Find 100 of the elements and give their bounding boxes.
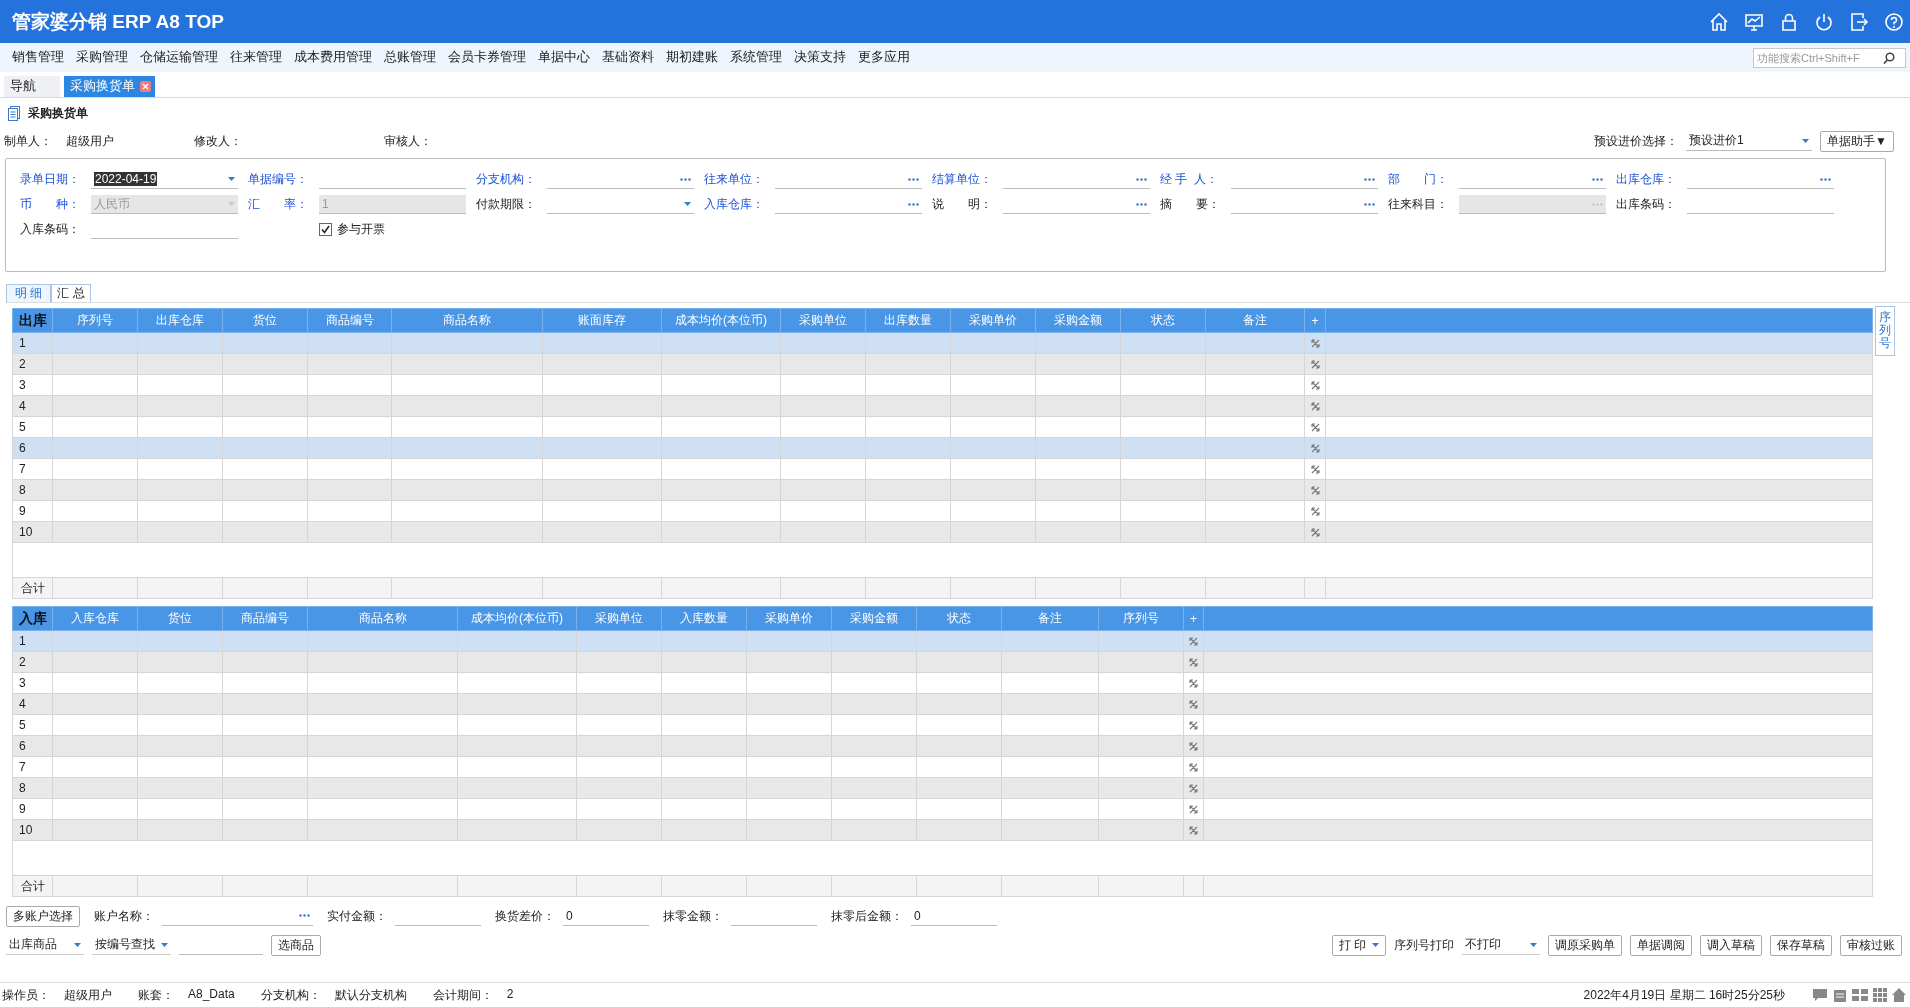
table-row[interactable]: 9 <box>12 798 1873 820</box>
menu-item[interactable]: 销售管理 <box>6 49 70 66</box>
action-button[interactable]: 单据调阅 <box>1630 934 1692 956</box>
action-button[interactable]: 保存草稿 <box>1770 934 1832 956</box>
tab[interactable]: 导航 <box>4 76 60 97</box>
print-button[interactable]: 打 印 <box>1331 934 1386 956</box>
cross-arrows-icon <box>1310 338 1320 348</box>
tab[interactable]: 明 细 <box>6 284 52 302</box>
table-row[interactable]: 7 <box>12 756 1873 778</box>
checkbox[interactable]: 参与开票 <box>319 221 385 238</box>
table-row[interactable]: 3 <box>12 374 1873 396</box>
table-row[interactable]: 4 <box>12 693 1873 715</box>
menu-item[interactable]: 期初建账 <box>660 49 724 66</box>
account-button[interactable]: 多账户选择 <box>6 905 80 927</box>
table-row[interactable]: 8 <box>12 479 1873 501</box>
menu-item[interactable]: 基础资料 <box>596 49 660 66</box>
table-row[interactable]: 6 <box>12 437 1873 459</box>
menu-item[interactable]: 会员卡券管理 <box>442 49 532 66</box>
menu-item[interactable]: 仓储运输管理 <box>134 49 224 66</box>
status-label: 分支机构： <box>260 986 321 1004</box>
table-row[interactable]: 5 <box>12 416 1873 438</box>
clipboard-icon[interactable] <box>1833 988 1847 1002</box>
input-field[interactable]: 0 <box>911 906 997 926</box>
field-label: 往来科目： <box>1388 196 1449 213</box>
dropdown[interactable]: 不打印 <box>1462 935 1540 955</box>
field-label: 抹零后金额： <box>831 907 903 925</box>
lock-icon[interactable] <box>1779 11 1799 32</box>
action-button[interactable]: 调原采购单 <box>1548 934 1622 956</box>
field-label: 修改人： <box>194 132 242 150</box>
table-row[interactable]: 7 <box>12 458 1873 480</box>
field-label: 付款期限： <box>476 196 537 213</box>
dropdown[interactable]: 按编号查找 <box>92 935 171 955</box>
ellipsis-icon <box>299 914 310 917</box>
cross-arrows-icon <box>1310 464 1320 474</box>
menu-item[interactable]: 系统管理 <box>724 49 788 66</box>
power-icon[interactable] <box>1814 11 1834 32</box>
help-icon[interactable] <box>1884 11 1904 32</box>
cross-arrows-icon <box>1310 422 1320 432</box>
action-button[interactable]: 选商品 <box>271 934 321 956</box>
home-icon[interactable] <box>1709 11 1729 32</box>
menu-item[interactable]: 采购管理 <box>70 49 134 66</box>
menu-item[interactable]: 往来管理 <box>224 49 288 66</box>
table-row[interactable]: 1 <box>12 630 1873 652</box>
side-tab[interactable]: 序列号 <box>1875 306 1895 356</box>
table-row[interactable]: 9 <box>12 500 1873 522</box>
cross-arrows-icon <box>1189 783 1198 793</box>
table-row[interactable]: 8 <box>12 777 1873 799</box>
cross-arrows-icon <box>1310 401 1320 411</box>
caret-icon <box>1372 943 1379 947</box>
table-row[interactable]: 1 <box>12 332 1873 354</box>
grid-icon[interactable] <box>1852 988 1868 1002</box>
cross-arrows-icon <box>1310 485 1320 495</box>
row-number: 2 <box>12 353 53 375</box>
exit-icon[interactable] <box>1849 11 1869 32</box>
menu-item[interactable]: 总账管理 <box>378 49 442 66</box>
cross-arrows-icon <box>1189 636 1198 646</box>
field-label: 经 手 人： <box>1160 171 1219 188</box>
cross-arrows-icon <box>1189 804 1198 814</box>
table-row[interactable]: 6 <box>12 735 1873 757</box>
row-number: 10 <box>12 521 53 543</box>
table-row[interactable]: 2 <box>12 353 1873 375</box>
table-row[interactable]: 3 <box>12 672 1873 694</box>
status-datetime: 2022年4月19日 星期二 16时25分25秒 <box>1583 986 1785 1004</box>
row-number: 4 <box>12 395 53 417</box>
menu-item[interactable]: 决策支持 <box>788 49 852 66</box>
field-label: 说 明： <box>932 196 993 213</box>
cross-arrows-icon <box>1310 506 1320 516</box>
search-field[interactable]: 功能搜索Ctrl+Shift+F <box>1753 47 1906 68</box>
input-field[interactable]: 2022-04-19 <box>91 170 238 189</box>
chat-icon[interactable] <box>1812 988 1828 1002</box>
status-value: A8_Data <box>188 986 235 1003</box>
tab[interactable]: 采购换货单 <box>64 76 155 97</box>
table-row[interactable]: 10 <box>12 521 1873 543</box>
input-field[interactable]: 0 <box>563 906 649 926</box>
menu-item[interactable]: 单据中心 <box>532 49 596 66</box>
tab[interactable]: 汇 总 <box>51 284 91 302</box>
total-label: 合计 <box>12 875 53 897</box>
table-row[interactable]: 5 <box>12 714 1873 736</box>
dropdown[interactable]: 出库商品 <box>6 935 84 955</box>
table-row[interactable]: 2 <box>12 651 1873 673</box>
menu-item[interactable]: 更多应用 <box>852 49 916 66</box>
field-label: 入库仓库： <box>704 196 765 213</box>
menu-item[interactable]: 成本费用管理 <box>288 49 378 66</box>
apps-icon[interactable] <box>1873 988 1887 1002</box>
field-label: 账户名称： <box>94 907 154 925</box>
field-label: 录单日期： <box>20 171 81 188</box>
ellipsis-icon <box>1136 202 1147 206</box>
close-icon[interactable] <box>140 81 151 92</box>
table-row[interactable]: 10 <box>12 819 1873 841</box>
action-button[interactable]: 审核过账 <box>1840 934 1902 956</box>
chart-monitor-icon[interactable] <box>1744 11 1764 32</box>
field-label: 出库仓库： <box>1616 171 1677 188</box>
home-icon[interactable] <box>1892 988 1906 1002</box>
preset-select[interactable]: 预设进价1 <box>1686 131 1813 151</box>
row-number: 4 <box>12 693 53 715</box>
table-row[interactable]: 4 <box>12 395 1873 417</box>
caret-icon <box>74 942 81 947</box>
cross-arrows-icon <box>1189 825 1198 835</box>
helper-button[interactable]: 单据助手▼ <box>1820 130 1894 152</box>
action-button[interactable]: 调入草稿 <box>1700 934 1762 956</box>
